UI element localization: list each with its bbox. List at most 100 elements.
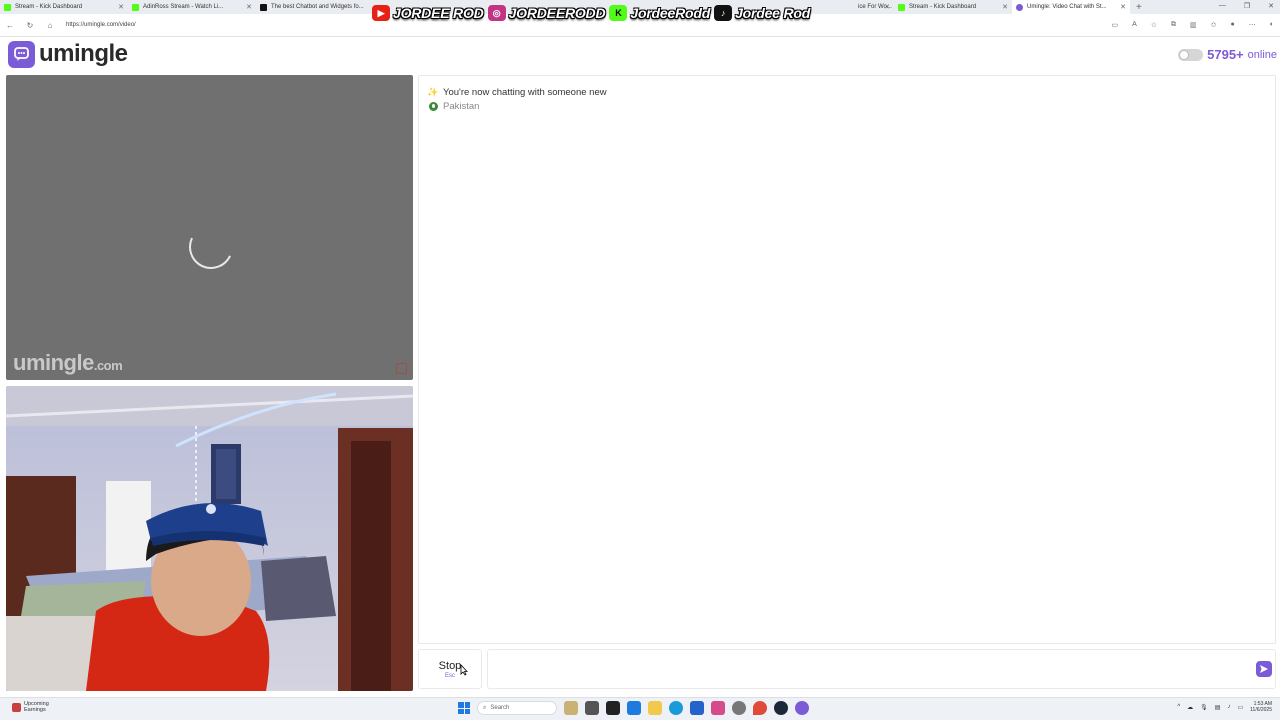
watermark-suffix: .com	[93, 358, 123, 373]
watermark-main: umingle	[13, 350, 94, 375]
copilot-app-icon[interactable]	[564, 701, 578, 715]
local-webcam-video	[6, 386, 413, 691]
file-explorer-icon[interactable]	[648, 701, 662, 715]
battery-icon[interactable]: ▭	[1237, 704, 1243, 711]
kick-icon: K	[609, 5, 628, 21]
browser-tab[interactable]: ice For Wo... ✕	[854, 0, 894, 14]
browser-tab[interactable]: Stream - Kick Dashboard ✕	[894, 0, 1012, 14]
read-aloud-icon[interactable]: A	[1132, 21, 1137, 29]
overlay-handle: Jordee Rod	[735, 5, 811, 21]
onedrive-icon[interactable]: ☁	[1187, 704, 1193, 711]
copilot-icon[interactable]: ◐	[1270, 21, 1274, 29]
new-tab-icon[interactable]: +	[1130, 2, 1148, 13]
tab-title: The best Chatbot and Widgets fo...	[271, 4, 364, 10]
overlay-youtube: ▶ JORDEE ROD	[372, 5, 484, 21]
search-placeholder: Search	[490, 705, 510, 711]
site-info-icon[interactable]: ⌂	[40, 21, 60, 30]
microphone-icon[interactable]: 🎙	[1200, 704, 1208, 711]
close-window-icon[interactable]: ✕	[1268, 2, 1274, 10]
browser-toolbar-icons: ▭ A ☆ ⧉ ▥ ✩ ● ⋯ ◐	[1111, 21, 1274, 29]
chat-panel: ✨ You're now chatting with someone new P…	[418, 75, 1276, 644]
message-text: You're now chatting with someone new	[443, 86, 607, 98]
refresh-icon[interactable]: ↻	[20, 21, 40, 30]
stop-shortcut: Esc	[444, 672, 455, 679]
overlay-kick: K JordeeRodd	[609, 5, 710, 21]
network-icon[interactable]: ▤	[1215, 704, 1221, 711]
stop-button[interactable]: Stop Esc	[418, 649, 482, 689]
youtube-icon: ▶	[372, 5, 390, 21]
widgets-button[interactable]: Upcoming Earnings	[12, 701, 49, 713]
split-screen-icon[interactable]: ▥	[1190, 21, 1197, 29]
stocks-icon	[12, 702, 21, 712]
store-icon[interactable]	[690, 701, 704, 715]
browser-tab[interactable]: The best Chatbot and Widgets fo...	[256, 0, 366, 14]
tab-favicon-icon	[4, 3, 11, 11]
remote-video: umingle.com	[6, 75, 413, 380]
collections-icon[interactable]: ✩	[1211, 21, 1217, 29]
steam-icon[interactable]	[774, 701, 788, 715]
online-indicator: 5795+ online	[1178, 47, 1277, 62]
widget-text: Upcoming Earnings	[24, 701, 49, 713]
outlook-icon[interactable]	[627, 701, 641, 715]
instagram-icon: ◎	[487, 5, 506, 21]
taskbar-apps: ⌕ Search	[458, 701, 809, 715]
browser-tab[interactable]: AdinRoss Stream - Watch Li... ✕	[128, 0, 256, 14]
terminal-icon[interactable]	[606, 701, 620, 715]
profile-icon[interactable]: ●	[1231, 21, 1235, 29]
tab-title: Stream - Kick Dashboard	[15, 4, 83, 10]
volume-icon[interactable]: ♪	[1227, 704, 1230, 710]
sparkles-icon: ✨	[427, 86, 439, 97]
video-watermark: umingle.com	[13, 350, 123, 376]
webcam-feed-image	[6, 386, 413, 691]
browser-tab[interactable]: Stream - Kick Dashboard ✕	[0, 0, 128, 14]
tab-title: Umingle: Video Chat with St...	[1027, 4, 1107, 10]
send-button[interactable]	[1256, 661, 1272, 677]
overlay-handle: JORDEERODD	[508, 5, 606, 21]
tray-chevron-icon[interactable]: ^	[1177, 704, 1180, 710]
search-icon: ⌕	[483, 704, 487, 711]
tab-title: Stream - Kick Dashboard	[909, 4, 977, 10]
back-icon[interactable]: ←	[0, 21, 20, 30]
tab-favicon-icon	[132, 3, 139, 11]
tiktok-icon: ♪	[714, 5, 733, 21]
taskbar-clock[interactable]: 1:53 AM 11/6/2025	[1250, 701, 1272, 713]
windows-taskbar: Upcoming Earnings ⌕ Search ^ ☁ 🎙 ▤ ♪ ▭ 1…	[0, 697, 1280, 720]
theme-toggle[interactable]	[1178, 48, 1204, 61]
overlay-handle: JORDEE ROD	[393, 5, 484, 21]
task-view-icon[interactable]	[585, 701, 599, 715]
tab-close-icon[interactable]: ✕	[1120, 3, 1126, 11]
restore-icon[interactable]: ❐	[1244, 2, 1250, 10]
tab-favicon-icon	[260, 3, 267, 11]
report-icon[interactable]	[396, 363, 407, 374]
taskbar-search[interactable]: ⌕ Search	[477, 701, 557, 715]
url-field[interactable]: https://umingle.com/video/	[66, 22, 136, 28]
brand-name: umingle	[39, 40, 128, 67]
country-name: Pakistan	[443, 100, 480, 112]
loading-spinner-icon	[182, 218, 240, 276]
maps-icon[interactable]	[753, 701, 767, 715]
online-count: 5795+	[1207, 47, 1244, 62]
online-label: online	[1247, 48, 1277, 61]
cast-icon[interactable]: ▭	[1111, 21, 1118, 29]
tab-close-icon[interactable]: ✕	[1002, 3, 1008, 11]
windows-start-icon[interactable]	[458, 702, 470, 714]
tab-close-icon[interactable]: ✕	[118, 3, 124, 11]
overlay-tiktok: ♪ Jordee Rod	[714, 5, 810, 21]
message-input[interactable]	[487, 649, 1276, 689]
umingle-logo[interactable]: umingle	[8, 40, 128, 68]
edge-icon[interactable]	[669, 701, 683, 715]
favorite-icon[interactable]: ☆	[1151, 21, 1157, 29]
minimize-icon[interactable]: —	[1219, 2, 1226, 10]
menu-icon[interactable]: ⋯	[1249, 21, 1256, 29]
umingle-app-icon[interactable]	[795, 701, 809, 715]
obs-icon[interactable]	[711, 701, 725, 715]
tab-close-icon[interactable]: ✕	[884, 3, 890, 11]
mouse-cursor-icon	[460, 664, 468, 676]
browser-tab-active[interactable]: Umingle: Video Chat with St... ✕	[1012, 0, 1130, 14]
clock-date: 11/6/2025	[1250, 707, 1272, 713]
tab-close-icon[interactable]: ✕	[246, 3, 252, 11]
extensions-icon[interactable]: ⧉	[1171, 21, 1176, 29]
tab-favicon-icon	[898, 3, 905, 11]
chat-bubble-icon	[8, 40, 35, 68]
settings-icon[interactable]	[732, 701, 746, 715]
